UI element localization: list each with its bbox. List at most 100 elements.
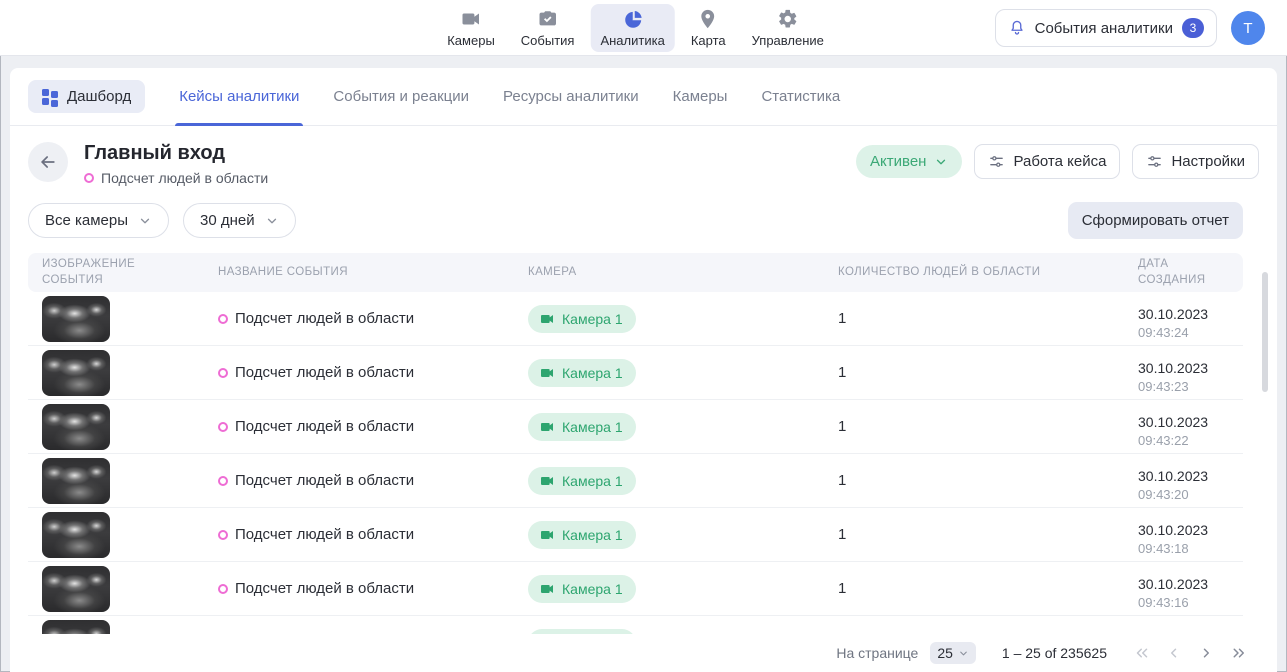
tab-analytics-cases[interactable]: Кейсы аналитики	[179, 68, 299, 125]
per-page-value: 25	[937, 645, 953, 661]
map-pin-icon	[697, 8, 719, 30]
last-page-button[interactable]	[1229, 644, 1247, 662]
next-page-button[interactable]	[1197, 644, 1215, 662]
people-count: 1	[824, 526, 1124, 543]
event-name: Подсчет людей в области	[235, 364, 414, 381]
nav-item-management[interactable]: Управление	[742, 4, 834, 52]
camera-chip-label: Камера 1	[562, 419, 623, 435]
camera-icon	[539, 311, 555, 327]
event-thumbnail[interactable]	[42, 404, 110, 450]
nav-item-events[interactable]: События	[511, 4, 585, 52]
event-date: 30.10.2023	[1138, 576, 1243, 592]
analytics-events-button[interactable]: События аналитики 3	[995, 9, 1217, 47]
nav-item-analytics[interactable]: Аналитика	[590, 4, 674, 52]
first-page-button[interactable]	[1133, 644, 1151, 662]
status-label: Активен	[870, 153, 926, 170]
camera-chip[interactable]: Камера 1	[528, 521, 636, 549]
event-name: Подсчет людей в области	[235, 526, 414, 543]
case-type-icon	[218, 368, 228, 378]
chevron-down-icon	[138, 214, 152, 228]
event-date: 30.10.2023	[1138, 360, 1243, 376]
main-navigation: Камеры События Аналитика Карта Управлени	[437, 0, 834, 56]
people-count: 1	[824, 580, 1124, 597]
tab-statistics[interactable]: Статистика	[761, 68, 840, 125]
event-time: 09:43:24	[1138, 325, 1243, 340]
camera-chip-label: Камера 1	[562, 311, 623, 327]
back-button[interactable]	[28, 142, 68, 182]
event-datetime: 30.10.2023 09:43:24	[1124, 298, 1243, 340]
prev-page-button[interactable]	[1165, 644, 1183, 662]
event-datetime: 30.10.2023 09:43:22	[1124, 406, 1243, 448]
sliders-icon	[988, 153, 1005, 170]
event-thumbnail[interactable]	[42, 512, 110, 558]
camera-chip-label: Камера 1	[562, 581, 623, 597]
user-avatar[interactable]: Т	[1231, 11, 1265, 45]
camera-filter-dropdown[interactable]: Все камеры	[28, 203, 169, 238]
event-time: 09:43:22	[1138, 433, 1243, 448]
chevron-down-icon	[934, 155, 948, 169]
col-header-camera: Камера	[514, 261, 824, 285]
camera-chip[interactable]: Камера 1	[528, 413, 636, 441]
table-row[interactable]: Подсчет людей в области Камера 1 1 30.10…	[28, 508, 1243, 562]
settings-button[interactable]: Настройки	[1132, 144, 1259, 179]
tab-analytics-resources[interactable]: Ресурсы аналитики	[503, 68, 639, 125]
people-count: 1	[824, 364, 1124, 381]
pagination-bar: На странице 25 1 – 25 of 235625	[10, 634, 1277, 672]
per-page-select[interactable]: 25	[930, 642, 976, 664]
event-datetime: 30.10.2023 09:43:20	[1124, 460, 1243, 502]
event-date: 30.10.2023	[1138, 414, 1243, 430]
case-work-label: Работа кейса	[1013, 153, 1106, 170]
camera-chip[interactable]: Камера 1	[528, 575, 636, 603]
camera-chip[interactable]: Камера 1	[528, 305, 636, 333]
table-row[interactable]: Подсчет людей в области Камера 1 1 30.10…	[28, 562, 1243, 616]
events-button-label: События аналитики	[1035, 20, 1173, 37]
camera-icon	[460, 8, 482, 30]
event-thumbnail[interactable]	[42, 566, 110, 612]
sliders-icon	[1146, 153, 1163, 170]
event-date: 30.10.2023	[1138, 306, 1243, 322]
table-row[interactable]: Подсчет людей в области Камера 1 1 30.10…	[28, 292, 1243, 346]
event-date: 30.10.2023	[1138, 522, 1243, 538]
nav-item-cameras[interactable]: Камеры	[437, 4, 505, 52]
status-dropdown[interactable]: Активен	[856, 145, 962, 178]
event-datetime: 30.10.2023 09:43:18	[1124, 514, 1243, 556]
nav-item-map[interactable]: Карта	[681, 4, 736, 52]
camera-chip-label: Камера 1	[562, 365, 623, 381]
event-name: Подсчет людей в области	[235, 472, 414, 489]
event-thumbnail[interactable]	[42, 458, 110, 504]
camera-chip[interactable]: Камера 1	[528, 467, 636, 495]
vertical-scrollbar[interactable]	[1262, 272, 1268, 392]
camera-icon	[539, 527, 555, 543]
tab-events-reactions[interactable]: События и реакции	[333, 68, 469, 125]
tab-dashboard[interactable]: Дашборд	[28, 80, 145, 113]
camera-chip-label: Камера 1	[562, 473, 623, 489]
col-header-date: Дата создания	[1124, 253, 1214, 292]
camera-chip-label: Камера 1	[562, 527, 623, 543]
generate-report-button[interactable]: Сформировать отчет	[1068, 202, 1243, 239]
nav-label: Камеры	[447, 33, 495, 48]
per-page-label: На странице	[836, 645, 918, 661]
events-icon	[537, 8, 559, 30]
people-count: 1	[824, 472, 1124, 489]
case-work-button[interactable]: Работа кейса	[974, 144, 1120, 179]
people-count: 1	[824, 310, 1124, 327]
table-row[interactable]: Подсчет людей в области Камера 1 1 30.10…	[28, 454, 1243, 508]
event-thumbnail[interactable]	[42, 296, 110, 342]
case-subtitle: Подсчет людей в области	[101, 170, 268, 186]
table-row[interactable]: Подсчет людей в области Камера 1 1 30.10…	[28, 400, 1243, 454]
tab-cameras[interactable]: Камеры	[673, 68, 728, 125]
table-row[interactable]: Подсчет людей в области Камера 1 1 30.10…	[28, 346, 1243, 400]
case-type-icon	[218, 530, 228, 540]
pagination-range: 1 – 25 of 235625	[1002, 645, 1107, 661]
nav-label: Аналитика	[600, 33, 664, 48]
case-type-icon	[218, 422, 228, 432]
camera-icon	[539, 419, 555, 435]
case-type-icon	[218, 314, 228, 324]
settings-label: Настройки	[1171, 153, 1245, 170]
camera-chip[interactable]: Камера 1	[528, 359, 636, 387]
event-datetime: 30.10.2023 09:43:23	[1124, 352, 1243, 394]
chevron-down-icon	[958, 648, 969, 659]
event-thumbnail[interactable]	[42, 350, 110, 396]
camera-icon	[539, 581, 555, 597]
period-filter-dropdown[interactable]: 30 дней	[183, 203, 296, 238]
